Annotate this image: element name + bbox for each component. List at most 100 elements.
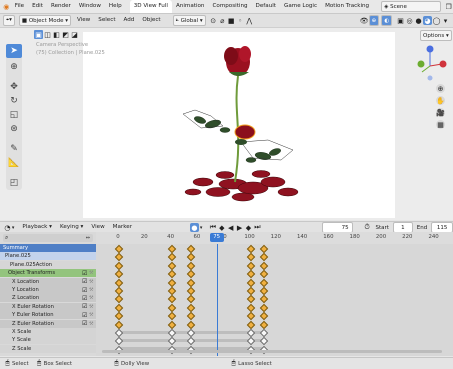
rotate-tool-icon[interactable]: ↻	[6, 94, 22, 108]
menu-help[interactable]: Help	[105, 0, 126, 13]
proportional-edit-icon[interactable]: ◦	[236, 16, 245, 25]
camera-view[interactable]	[83, 32, 395, 218]
wrench-icon[interactable]: ⚒	[89, 270, 93, 276]
overlay-toggle[interactable]: ◐	[381, 15, 392, 26]
keyframe[interactable]	[187, 253, 196, 262]
shading-rendered-icon[interactable]: ◯	[432, 16, 441, 25]
keyframe-area[interactable]	[96, 244, 453, 356]
xray-icon[interactable]: ▣	[396, 16, 405, 25]
keyframe[interactable]	[187, 269, 196, 279]
wrench-icon[interactable]: ⚒	[89, 304, 93, 310]
wrench-icon[interactable]: ⚒	[89, 287, 93, 293]
camera-view-icon[interactable]: 🎥	[436, 108, 445, 117]
autokey-record-icon[interactable]: ●	[190, 223, 199, 232]
zoom-icon[interactable]: ⊕	[436, 84, 445, 93]
next-keyframe-icon[interactable]: ◆	[244, 223, 253, 232]
channel-row[interactable]: Z Euler Rotation ☑ ⚒	[0, 319, 96, 328]
pivot-icon[interactable]: ⊙	[209, 16, 218, 25]
jump-start-icon[interactable]: ⏮	[208, 223, 217, 232]
mute-checkbox-icon[interactable]: ☑	[82, 303, 87, 310]
mute-checkbox-icon[interactable]: ☑	[82, 295, 87, 302]
viewport-menu-select[interactable]: Select	[94, 14, 119, 27]
new-scene-icon[interactable]: ❐	[444, 2, 453, 11]
channel-row[interactable]: Plane.025	[0, 252, 96, 261]
gizmo-toggle[interactable]: ⊕	[368, 15, 380, 26]
record-dropdown-arrow[interactable]: ▾	[200, 225, 203, 231]
channel-row[interactable]: Plane.025Action	[0, 260, 96, 269]
3d-viewport[interactable]: ▣ ◫ ◧ ◩ ◪ Camera Perspective (75) Collec…	[0, 28, 453, 220]
keyframe[interactable]	[187, 320, 196, 329]
keyframe[interactable]	[114, 320, 124, 329]
viewport-menu-view[interactable]: View	[73, 14, 94, 27]
tab-3d-view-full[interactable]: 3D View Full	[129, 0, 172, 13]
tab-animation[interactable]: Animation	[172, 0, 209, 13]
shading-material-icon[interactable]: ◕	[423, 16, 432, 25]
menu-file[interactable]: File	[11, 0, 28, 13]
keyframe[interactable]	[187, 244, 196, 254]
select-invert-icon[interactable]: ◩	[61, 30, 70, 39]
keyframe[interactable]	[246, 311, 255, 321]
add-cube-tool-icon[interactable]: ◰	[6, 176, 22, 190]
viewport-menu-object[interactable]: Object	[138, 14, 164, 27]
snap-icon[interactable]: ⌀	[218, 16, 227, 25]
horizontal-scrollbar[interactable]	[102, 350, 442, 353]
mute-checkbox-icon[interactable]: ☑	[82, 287, 87, 294]
channel-row[interactable]: X Euler Rotation ☑ ⚒	[0, 302, 96, 311]
tab-motion-tracking[interactable]: Motion Tracking	[321, 0, 373, 13]
keyframe[interactable]	[114, 253, 124, 262]
channel-row[interactable]: Y Scale	[0, 336, 96, 345]
tab-game-logic[interactable]: Game Logic	[280, 0, 321, 13]
wrench-icon[interactable]: ⚒	[89, 295, 93, 301]
keyframe[interactable]	[114, 278, 124, 287]
keyframe[interactable]	[187, 311, 196, 321]
scale-tool-icon[interactable]: ◱	[6, 108, 22, 122]
channel-row[interactable]: X Scale	[0, 328, 96, 336]
prev-keyframe-icon[interactable]: ◆	[217, 223, 226, 232]
channel-row[interactable]: Z Location ☑ ⚒	[0, 294, 96, 303]
keyframe[interactable]	[246, 269, 255, 279]
shading-options-icon[interactable]: ▾	[441, 16, 450, 25]
keyframe[interactable]	[167, 269, 176, 279]
editor-type-button[interactable]: ⌖▾	[3, 15, 15, 26]
mute-checkbox-icon[interactable]: ☑	[82, 320, 87, 327]
pan-icon[interactable]: ✋	[436, 96, 445, 105]
cursor-tool-icon[interactable]: ⊕	[6, 60, 22, 74]
playhead-frame-indicator[interactable]: 75	[209, 233, 224, 242]
channel-row[interactable]: Z Scale	[0, 344, 96, 353]
keyframe[interactable]	[259, 253, 268, 262]
mute-checkbox-icon[interactable]: ☑	[82, 278, 87, 285]
navigation-gizmo[interactable]	[412, 42, 448, 82]
filter-icon[interactable]: ⇔	[86, 235, 90, 241]
transform-tool-icon[interactable]: ⊛	[6, 122, 22, 136]
scene-selector[interactable]: ◈ Scene	[381, 1, 442, 12]
visibility-icon[interactable]: 👁	[360, 16, 369, 25]
keyframe[interactable]	[187, 303, 196, 313]
options-dropdown[interactable]: Options ▾	[420, 30, 452, 41]
keyframe[interactable]	[259, 311, 268, 321]
select-extend-icon[interactable]: ◫	[43, 30, 52, 39]
select-new-icon[interactable]: ▣	[34, 30, 43, 39]
keyframe[interactable]	[114, 311, 124, 321]
move-tool-icon[interactable]: ✥	[6, 80, 22, 94]
channel-row[interactable]: Y Location ☑ ⚒	[0, 286, 96, 294]
menu-render[interactable]: Render	[47, 0, 75, 13]
editor-type-arrow[interactable]: ▾	[12, 225, 15, 231]
keyframe[interactable]	[167, 311, 176, 321]
tab-compositing[interactable]: Compositing	[208, 0, 251, 13]
snap-target-icon[interactable]: ■	[227, 16, 236, 25]
wrench-icon[interactable]: ⚒	[89, 279, 93, 285]
keyframe[interactable]	[187, 286, 196, 296]
channel-search[interactable]: ⌕ ⇔	[3, 234, 93, 242]
channel-row[interactable]: Object Transforms ☑ ⚒	[0, 269, 96, 278]
tab-default[interactable]: Default	[252, 0, 280, 13]
frame-ruler[interactable]: 02040608010012014016018020022024075	[96, 232, 453, 244]
select-subtract-icon[interactable]: ◧	[52, 30, 61, 39]
orientation-dropdown[interactable]: ⟀ Global ▾	[172, 15, 206, 26]
measure-tool-icon[interactable]: 📐	[6, 156, 22, 170]
stopwatch-icon[interactable]: ⏱	[363, 223, 372, 232]
shading-wireframe-icon[interactable]: ◎	[405, 16, 414, 25]
jump-end-icon[interactable]: ⏭	[253, 223, 262, 232]
mute-checkbox-icon[interactable]: ☑	[82, 270, 87, 277]
wrench-icon[interactable]: ⚒	[89, 321, 93, 327]
annotate-tool-icon[interactable]: ✎	[6, 142, 22, 156]
